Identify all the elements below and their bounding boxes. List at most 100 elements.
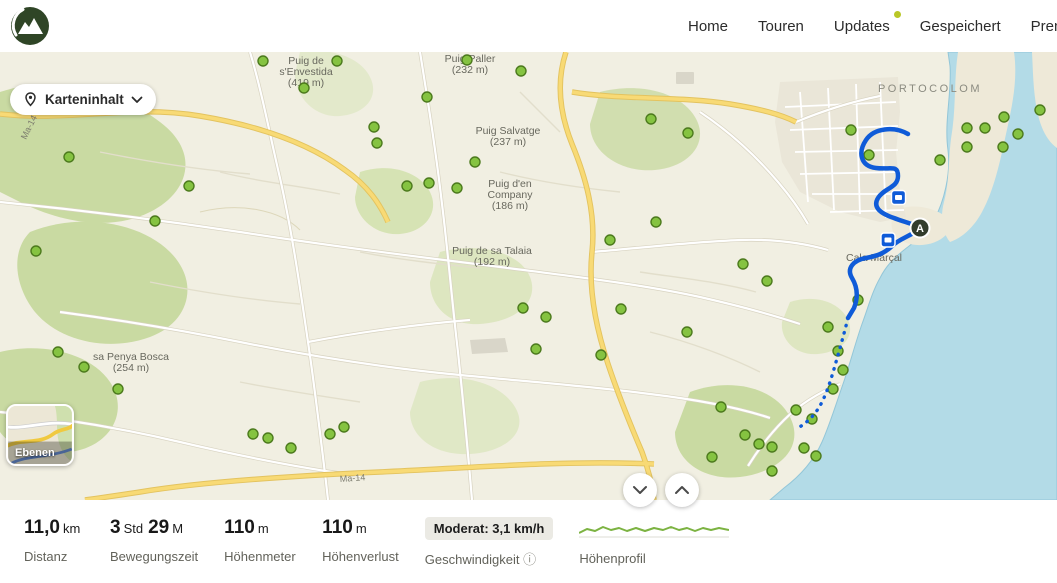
poi-highlight-dot[interactable] — [791, 405, 801, 415]
poi-highlight-dot[interactable] — [762, 276, 772, 286]
stat-distanz: 11,0km Distanz — [24, 517, 84, 564]
poi-highlight-dot[interactable] — [767, 442, 777, 452]
elevation-sparkline-line — [579, 527, 729, 533]
poi-highlight-dot[interactable] — [707, 452, 717, 462]
waypoint-badge-1[interactable] — [892, 191, 906, 205]
nav-home[interactable]: Home — [688, 18, 728, 35]
elevation-loss-label: Höhenverlust — [322, 549, 399, 564]
distance-label: Distanz — [24, 549, 84, 564]
poi-highlight-dot[interactable] — [531, 344, 541, 354]
poi-highlight-dot[interactable] — [811, 451, 821, 461]
layers-label: Ebenen — [15, 447, 55, 459]
poi-highlight-dot[interactable] — [754, 439, 764, 449]
moving-time-minutes-unit: M — [172, 521, 183, 536]
chevron-down-icon — [131, 96, 143, 104]
nav-gespeichert[interactable]: Gespeichert — [920, 18, 1001, 35]
poi-highlight-dot[interactable] — [369, 122, 379, 132]
elevation-loss-value: 110 — [322, 517, 353, 538]
poi-highlight-dot[interactable] — [263, 433, 273, 443]
poi-highlight-dot[interactable] — [596, 350, 606, 360]
stat-hoehenmeter: 110m Höhenmeter — [224, 517, 296, 564]
poi-highlight-dot[interactable] — [646, 114, 656, 124]
stat-bewegungszeit: 3Std29M Bewegungszeit — [110, 517, 198, 564]
collapse-panel-button[interactable] — [623, 473, 657, 507]
poi-highlight-dot[interactable] — [999, 112, 1009, 122]
peak-label: Puig d'enCompany(186 m) — [488, 178, 534, 212]
poi-highlight-dot[interactable] — [682, 327, 692, 337]
poi-highlight-dot[interactable] — [998, 142, 1008, 152]
poi-highlight-dot[interactable] — [1035, 105, 1045, 115]
poi-highlight-dot[interactable] — [651, 217, 661, 227]
poi-highlight-dot[interactable] — [962, 142, 972, 152]
poi-highlight-dot[interactable] — [738, 259, 748, 269]
info-icon[interactable]: ⓘ — [523, 552, 536, 567]
poi-highlight-dot[interactable] — [541, 312, 551, 322]
poi-highlight-dot[interactable] — [113, 384, 123, 394]
poi-highlight-dot[interactable] — [64, 152, 74, 162]
speed-badge: Moderat: 3,1 km/h — [425, 517, 554, 540]
poi-highlight-dot[interactable] — [184, 181, 194, 191]
poi-highlight-dot[interactable] — [452, 183, 462, 193]
town-label: PORTOCOLOM — [878, 83, 982, 95]
road-label-ma14-south: Ma-14 — [339, 472, 365, 484]
poi-highlight-dot[interactable] — [462, 55, 472, 65]
poi-highlight-dot[interactable] — [286, 443, 296, 453]
nav-touren[interactable]: Touren — [758, 18, 804, 35]
moving-time-minutes: 29 — [148, 517, 169, 538]
poi-highlight-dot[interactable] — [470, 157, 480, 167]
poi-highlight-dot[interactable] — [79, 362, 89, 372]
poi-highlight-dot[interactable] — [516, 66, 526, 76]
stat-hoehenprofil[interactable]: Höhenprofil — [579, 517, 729, 566]
map-content-button[interactable]: Karteninhalt — [10, 84, 156, 115]
tour-stats-bar: 11,0km Distanz 3Std29M Bewegungszeit 110… — [0, 500, 1057, 583]
poi-highlight-dot[interactable] — [838, 365, 848, 375]
route-start-marker[interactable]: A — [911, 219, 930, 238]
poi-highlight-dot[interactable] — [980, 123, 990, 133]
elevation-profile-label: Höhenprofil — [579, 551, 729, 566]
expand-panel-button[interactable] — [665, 473, 699, 507]
map-canvas[interactable]: Puig des'Envestida(419 m)Puig Paller(232… — [0, 52, 1057, 500]
poi-highlight-dot[interactable] — [150, 216, 160, 226]
poi-highlight-dot[interactable] — [248, 429, 258, 439]
poi-highlight-dot[interactable] — [846, 125, 856, 135]
elevation-profile-sparkline — [579, 517, 729, 543]
poi-highlight-dot[interactable] — [1013, 129, 1023, 139]
map-graphics: Puig des'Envestida(419 m)Puig Paller(232… — [0, 52, 1057, 500]
komoot-app: Home Touren Updates Gespeichert Premium — [0, 0, 1057, 583]
poi-highlight-dot[interactable] — [332, 56, 342, 66]
poi-highlight-dot[interactable] — [424, 178, 434, 188]
poi-highlight-dot[interactable] — [767, 466, 777, 476]
komoot-logo[interactable] — [10, 6, 50, 46]
poi-highlight-dot[interactable] — [683, 128, 693, 138]
poi-highlight-dot[interactable] — [372, 138, 382, 148]
poi-highlight-dot[interactable] — [402, 181, 412, 191]
waypoint-badge-2[interactable] — [881, 233, 895, 247]
nav-updates[interactable]: Updates — [834, 18, 890, 35]
poi-highlight-dot[interactable] — [325, 429, 335, 439]
moving-time-label: Bewegungszeit — [110, 549, 198, 564]
elevation-loss-unit: m — [356, 521, 367, 536]
layers-button[interactable]: Ebenen — [6, 404, 74, 466]
speed-label: Geschwindigkeit — [425, 552, 520, 567]
poi-highlight-dot[interactable] — [518, 303, 528, 313]
poi-highlight-dot[interactable] — [31, 246, 41, 256]
poi-highlight-dot[interactable] — [828, 384, 838, 394]
poi-highlight-dot[interactable] — [864, 150, 874, 160]
poi-highlight-dot[interactable] — [422, 92, 432, 102]
poi-highlight-dot[interactable] — [740, 430, 750, 440]
poi-highlight-dot[interactable] — [299, 83, 309, 93]
poi-highlight-dot[interactable] — [823, 322, 833, 332]
svg-text:A: A — [916, 223, 924, 235]
stat-geschwindigkeit: Moderat: 3,1 km/h Geschwindigkeit ⓘ — [425, 517, 554, 568]
poi-highlight-dot[interactable] — [616, 304, 626, 314]
poi-highlight-dot[interactable] — [935, 155, 945, 165]
poi-highlight-dot[interactable] — [258, 56, 268, 66]
poi-highlight-dot[interactable] — [799, 443, 809, 453]
poi-highlight-dot[interactable] — [962, 123, 972, 133]
poi-highlight-dot[interactable] — [53, 347, 63, 357]
poi-highlight-dot[interactable] — [716, 402, 726, 412]
poi-highlight-dot[interactable] — [339, 422, 349, 432]
distance-value: 11,0 — [24, 517, 60, 538]
nav-premium[interactable]: Premium — [1031, 18, 1057, 35]
poi-highlight-dot[interactable] — [605, 235, 615, 245]
